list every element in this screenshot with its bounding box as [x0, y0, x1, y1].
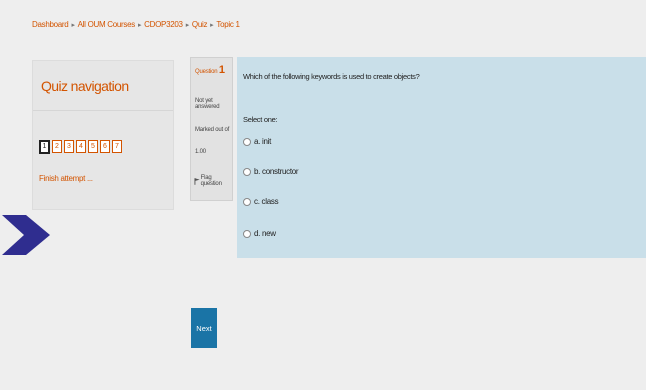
question-grade-label: Marked out of — [195, 127, 230, 133]
answer-option-a[interactable]: a. init — [243, 137, 271, 146]
radio-button-icon[interactable] — [243, 137, 251, 146]
answer-option-c[interactable]: c. class — [243, 197, 279, 206]
question-state: Not yet answered — [195, 98, 220, 110]
question-button-4[interactable]: 4 — [76, 140, 86, 153]
answer-option-label: c. class — [254, 197, 279, 206]
question-label: Question — [195, 69, 218, 75]
answer-option-label: d. new — [254, 229, 276, 238]
question-button-2[interactable]: 2 — [52, 140, 62, 153]
breadcrumb-separator: ▸ — [185, 22, 190, 29]
breadcrumb-course[interactable]: CDOP3203 — [144, 20, 183, 29]
question-button-3[interactable]: 3 — [64, 140, 74, 153]
flag-question-link[interactable]: Flag question — [194, 175, 232, 187]
breadcrumb-separator: ▸ — [137, 22, 142, 29]
radio-button-icon[interactable] — [243, 167, 251, 176]
question-info: Question 1 Not yet answered Marked out o… — [190, 57, 233, 201]
answer-option-label: a. init — [254, 137, 272, 146]
breadcrumb-topic[interactable]: Topic 1 — [216, 20, 240, 29]
breadcrumb-separator: ▸ — [71, 22, 75, 29]
breadcrumb: Dashboard ▸ All OUM Courses ▸ CDOP3203 ▸ Quiz ▸… — [32, 20, 240, 29]
question-buttons: 1 2 3 4 5 6 7 — [39, 140, 122, 154]
finish-attempt-link[interactable]: Finish attempt ... — [39, 174, 93, 183]
quiz-navigation-title: Quiz navigation — [33, 61, 173, 111]
breadcrumb-separator: ▸ — [210, 22, 214, 29]
answer-option-label: b. constructor — [254, 167, 299, 176]
question-button-5[interactable]: 5 — [88, 140, 98, 153]
breadcrumb-quiz[interactable]: Quiz — [192, 20, 208, 29]
question-text: Which of the following keywords is used … — [243, 72, 420, 81]
question-button-6[interactable]: 6 — [100, 140, 110, 153]
radio-button-icon[interactable] — [243, 229, 251, 238]
answer-prompt: Select one: — [243, 115, 278, 124]
question-number: Question 1 — [195, 64, 225, 76]
flag-question-label: Flag question — [200, 175, 222, 187]
breadcrumb-dashboard[interactable]: Dashboard — [32, 20, 69, 29]
question-grade-value: 1.00 — [195, 149, 206, 155]
flag-icon — [194, 177, 200, 185]
radio-button-icon[interactable] — [243, 197, 251, 206]
question-content: Which of the following keywords is used … — [237, 57, 646, 258]
chevron-arrow-icon — [2, 215, 50, 255]
breadcrumb-all-courses[interactable]: All OUM Courses — [78, 20, 136, 29]
question-button-7[interactable]: 7 — [112, 140, 122, 153]
answer-option-b[interactable]: b. constructor — [243, 167, 299, 176]
question-number-value: 1 — [218, 64, 225, 76]
answer-option-d[interactable]: d. new — [243, 229, 276, 238]
question-button-1[interactable]: 1 — [39, 140, 50, 154]
quiz-navigation-panel: Quiz navigation 1 2 3 4 5 6 7 Finish att… — [32, 60, 174, 210]
next-button[interactable]: Next — [191, 308, 217, 348]
